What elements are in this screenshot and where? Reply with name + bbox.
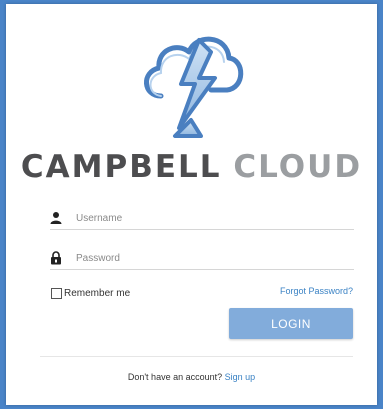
brand-title: CAMPBELL CLOUD [6, 149, 377, 185]
login-card: CAMPBELL CLOUD Remember me Forgot Passwo… [6, 4, 377, 405]
cloud-lightning-logo-icon [143, 36, 243, 138]
remember-me-checkbox[interactable] [51, 287, 62, 299]
remember-me-label: Remember me [64, 287, 131, 299]
signup-link[interactable]: Sign up [225, 372, 256, 382]
signup-prompt: Don't have an account? [127, 372, 223, 382]
username-input[interactable] [74, 207, 348, 229]
brand-word-campbell: CAMPBELL [20, 149, 222, 185]
logo [6, 26, 377, 148]
password-field [50, 247, 354, 270]
signup-row: Don't have an account? Sign up [6, 372, 377, 382]
password-input[interactable] [74, 247, 348, 269]
forgot-password-link[interactable]: Forgot Password? [280, 286, 353, 296]
login-button[interactable]: LOGIN [229, 308, 353, 339]
lock-icon [51, 251, 61, 265]
divider [40, 356, 353, 357]
username-field [50, 207, 354, 230]
remember-me[interactable]: Remember me [51, 286, 130, 300]
user-icon [50, 212, 62, 224]
brand-word-cloud: CLOUD [233, 149, 363, 185]
